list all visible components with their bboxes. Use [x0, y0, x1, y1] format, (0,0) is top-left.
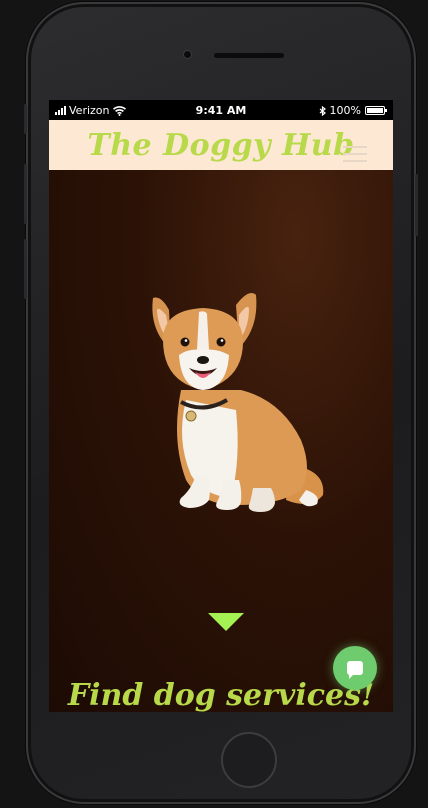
mute-switch — [24, 104, 27, 134]
status-right: 100% — [319, 104, 387, 117]
front-camera — [183, 50, 192, 59]
chat-button[interactable] — [333, 646, 377, 690]
power-button — [415, 174, 418, 236]
chat-bubble-icon — [347, 661, 363, 679]
site-header: The Doggy Hub — [49, 120, 393, 170]
app-screen: Verizon 9:41 AM 100% The Doggy Hub Find … — [49, 100, 393, 712]
home-button[interactable] — [221, 732, 277, 788]
status-bar: Verizon 9:41 AM 100% — [49, 100, 393, 120]
hamburger-icon[interactable] — [343, 146, 367, 167]
corgi-image — [152, 292, 324, 512]
battery-icon — [365, 106, 387, 115]
hero-section: Find dog services! — [49, 170, 393, 712]
battery-percent: 100% — [329, 104, 361, 117]
earpiece-speaker — [214, 53, 284, 58]
triangle-down-icon[interactable] — [208, 613, 244, 631]
device-stage: Verizon 9:41 AM 100% The Doggy Hub Find … — [0, 0, 428, 808]
site-logo[interactable]: The Doggy Hub — [49, 128, 393, 163]
volume-down-button — [24, 239, 27, 299]
volume-up-button — [24, 164, 27, 224]
bluetooth-icon — [319, 105, 326, 116]
